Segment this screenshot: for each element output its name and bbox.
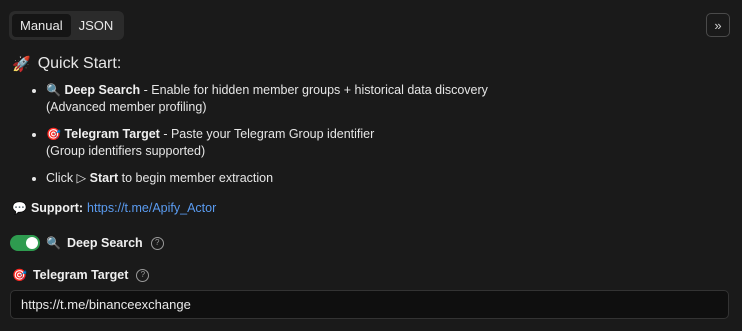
start-description: to begin member extraction [118,171,274,185]
start-term: Start [89,171,119,185]
rocket-icon: 🚀 [12,55,31,73]
list-item: 🎯 Telegram Target - Paste your Telegram … [46,126,488,160]
deep-search-label: Deep Search [66,236,143,250]
telegram-target-term: Telegram Target [64,127,160,141]
help-icon[interactable]: ? [150,236,164,250]
support-link[interactable]: https://t.me/Apify_Actor [87,201,216,215]
deep-search-field: 🔍 Deep Search ? [10,235,164,251]
deep-search-subtext: (Advanced member profiling) [46,100,207,114]
list-item: 🔍 Deep Search - Enable for hidden member… [46,82,488,116]
list-item: Click ▷ Start to begin member extraction [46,170,488,187]
telegram-target-subtext: (Group identifiers supported) [46,144,206,158]
collapse-button[interactable]: » [706,13,730,37]
speech-bubble-icon: 💬 [12,201,27,215]
click-prefix: Click ▷ [46,171,90,185]
support-label: Support: [30,201,84,215]
deep-search-description: - Enable for hidden member groups + hist… [140,83,488,97]
telegram-target-input[interactable] [10,290,729,319]
target-icon: 🎯 [12,268,27,282]
target-icon: 🎯 [46,127,61,141]
input-form-panel: Manual JSON » 🚀 Quick Start: 🔍 Deep Sear… [0,0,742,331]
quick-start-list: 🔍 Deep Search - Enable for hidden member… [32,82,488,197]
magnifier-icon: 🔍 [46,236,61,250]
quick-start-title: Quick Start: [37,55,122,72]
tab-manual[interactable]: Manual [12,14,71,37]
telegram-target-description: - Paste your Telegram Group identifier [159,127,375,141]
help-icon[interactable]: ? [136,268,150,282]
telegram-target-label: Telegram Target [32,268,129,282]
double-chevron-right-icon: » [714,17,722,33]
quick-start-heading: 🚀 Quick Start: [12,55,121,73]
telegram-target-field-label: 🎯 Telegram Target ? [12,268,150,282]
magnifier-icon: 🔍 [46,83,61,97]
mode-tabs: Manual JSON [9,11,125,40]
deep-search-term: Deep Search [64,83,141,97]
support-line: 💬 Support: https://t.me/Apify_Actor [12,201,216,215]
deep-search-toggle[interactable] [10,235,40,251]
tab-json[interactable]: JSON [71,14,122,37]
